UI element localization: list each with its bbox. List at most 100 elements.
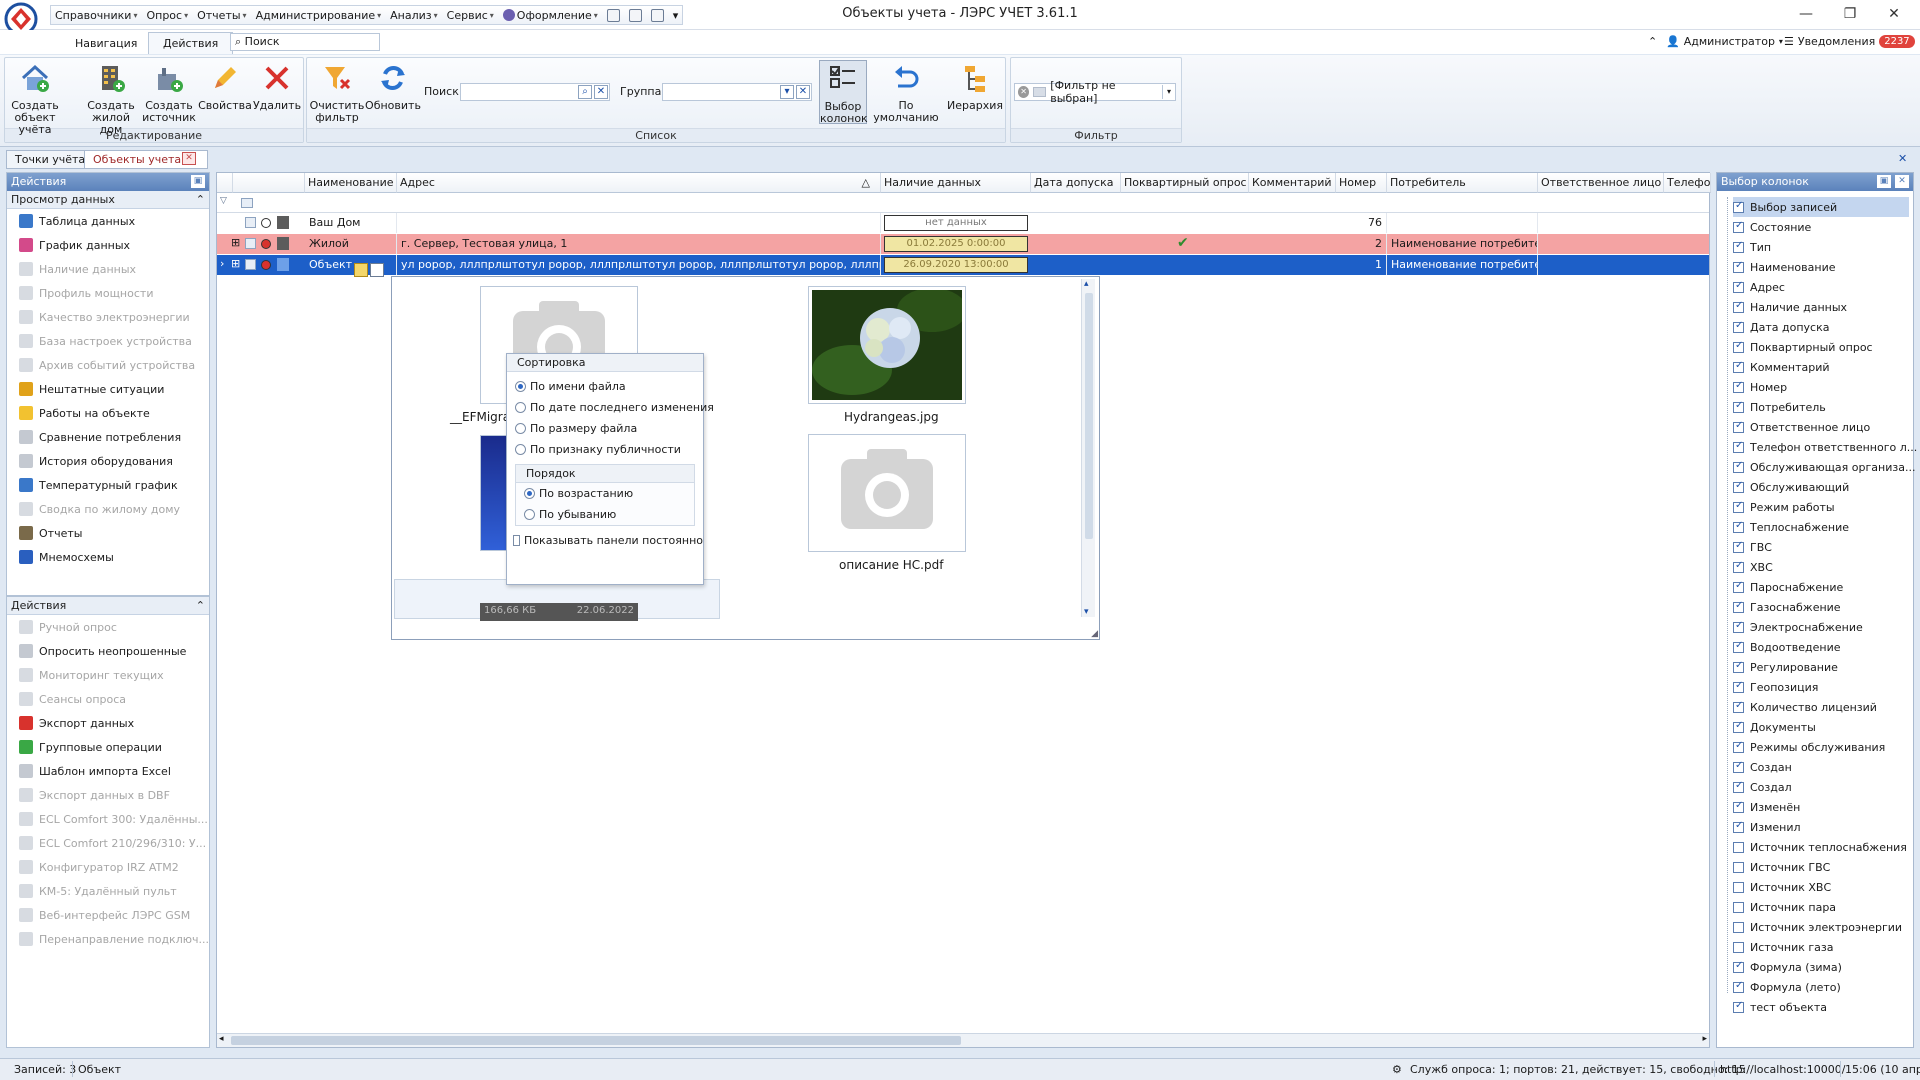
column-checkbox[interactable] <box>1733 760 1744 773</box>
column-checkbox[interactable] <box>1733 921 1744 933</box>
column-item[interactable]: Выбор записей <box>1733 197 1909 217</box>
column-checkbox[interactable] <box>1733 200 1744 213</box>
expand-icon[interactable]: ⊞ <box>231 236 240 249</box>
left-item-3[interactable]: Наличие данных <box>7 257 209 281</box>
radio-button[interactable] <box>524 488 535 499</box>
left-item-9[interactable]: ECL Comfort 300: Удалённы... <box>7 807 209 831</box>
column-checkbox[interactable] <box>1733 820 1744 833</box>
column-checkbox[interactable] <box>1733 460 1744 473</box>
left-item-7[interactable]: Архив событий устройства <box>7 353 209 377</box>
left-item-10[interactable]: ECL Comfort 210/296/310: У... <box>7 831 209 855</box>
column-item[interactable]: Формула (лето) <box>1733 977 1841 997</box>
radio-option[interactable]: По убыванию <box>516 504 694 525</box>
column-checkbox[interactable] <box>1733 300 1744 313</box>
column-item[interactable]: ХВС <box>1733 557 1773 577</box>
column-checkbox[interactable] <box>1733 220 1744 233</box>
left-item-11[interactable]: История оборудования <box>7 449 209 473</box>
column-checkbox[interactable] <box>1733 420 1744 433</box>
filter-row-icon[interactable]: ▽ <box>220 196 227 206</box>
column-item[interactable]: Создан <box>1733 757 1792 777</box>
column-checkbox[interactable] <box>1733 881 1744 893</box>
scroll-left-icon[interactable]: ◂ <box>219 1034 224 1044</box>
row-arrow-icon[interactable]: › <box>220 257 224 270</box>
radio-button[interactable] <box>515 444 526 455</box>
close-button[interactable]: ✕ <box>1874 2 1914 26</box>
radio-option[interactable]: По возрастанию <box>516 483 694 504</box>
column-checkbox[interactable] <box>1733 360 1744 373</box>
column-checkbox[interactable] <box>1733 960 1744 973</box>
col-data[interactable]: Наличие данных <box>881 173 1031 193</box>
column-item[interactable]: Газоснабжение <box>1733 597 1841 617</box>
table-row[interactable]: Ваш Дом 76 нет данных <box>217 213 1709 233</box>
column-item[interactable]: Формула (зима) <box>1733 957 1842 977</box>
horizontal-scrollbar[interactable]: ◂ ▸ <box>217 1033 1709 1047</box>
left-item-8[interactable]: Экспорт данных в DBF <box>7 783 209 807</box>
column-item[interactable]: Телефон ответственного л... <box>1733 437 1917 457</box>
left-item-8[interactable]: Нештатные ситуации <box>7 377 209 401</box>
left-item-14[interactable]: Перенаправление подключ... <box>7 927 209 951</box>
left-item-12[interactable]: Температурный график <box>7 473 209 497</box>
column-item[interactable]: ГВС <box>1733 537 1772 557</box>
column-checkbox[interactable] <box>1733 400 1744 413</box>
cell-name[interactable]: Жилой <box>305 234 397 254</box>
filter-clear-icon[interactable]: ✕ <box>1018 86 1030 98</box>
select-checkbox[interactable] <box>245 217 256 228</box>
cell-name[interactable]: Ваш Дом <box>305 213 397 233</box>
radio-option[interactable]: По размеру файла <box>507 418 703 439</box>
column-checkbox[interactable] <box>1733 800 1744 813</box>
select-checkbox[interactable] <box>245 238 256 249</box>
left-item-5[interactable]: Качество электроэнергии <box>7 305 209 329</box>
col-address[interactable]: Адрес △ <box>397 173 881 193</box>
column-item[interactable]: Дата допуска <box>1733 317 1829 337</box>
column-checkbox[interactable] <box>1733 841 1744 853</box>
tab-actions[interactable]: Действия <box>148 32 234 54</box>
close-tab-icon[interactable]: ✕ <box>182 152 196 165</box>
column-item[interactable]: Документы <box>1733 717 1816 737</box>
radio-option[interactable]: По дате последнего изменения <box>507 397 714 418</box>
cell-number[interactable]: 2 <box>1336 234 1387 254</box>
server-url[interactable]: http://localhost:10000/ <box>1720 1063 1845 1076</box>
filter-cell-icon[interactable] <box>241 198 253 208</box>
documents-cell-icon[interactable] <box>370 263 384 277</box>
column-item[interactable]: Источник теплоснабжения <box>1733 837 1907 857</box>
file-thumb-pdf[interactable] <box>808 434 966 552</box>
column-checkbox[interactable] <box>1733 600 1744 613</box>
collapse-ribbon-icon[interactable]: ⌃ <box>1648 35 1657 48</box>
restore-button[interactable]: ❐ <box>1830 2 1870 26</box>
column-item[interactable]: Электроснабжение <box>1733 617 1863 637</box>
column-checkbox[interactable] <box>1733 580 1744 593</box>
create-house-button[interactable]: Создать жилой дом <box>82 60 140 136</box>
left-item-13[interactable]: Сводка по жилому дому <box>7 497 209 521</box>
group-dropdown-icon[interactable]: ▾ <box>780 85 794 99</box>
search-clear-icon[interactable]: ✕ <box>594 85 608 99</box>
scroll-right-icon[interactable]: ▸ <box>1702 1034 1707 1044</box>
tab-navigation[interactable]: Навигация <box>60 32 152 54</box>
col-phone[interactable]: Телефон отв <box>1664 173 1711 193</box>
select-checkbox[interactable] <box>245 259 256 270</box>
column-checkbox[interactable] <box>1733 861 1744 873</box>
scroll-thumb[interactable] <box>1085 293 1093 539</box>
column-item[interactable]: Режимы обслуживания <box>1733 737 1885 757</box>
view-section-header[interactable]: Просмотр данных ⌃ <box>7 191 209 209</box>
column-checkbox[interactable] <box>1733 740 1744 753</box>
radio-option[interactable]: По признаку публичности <box>507 439 703 460</box>
left-item-12[interactable]: КМ-5: Удалённый пульт <box>7 879 209 903</box>
column-checkbox[interactable] <box>1733 980 1744 993</box>
column-item[interactable]: Источник электроэнергии <box>1733 917 1902 937</box>
notifications-button[interactable]: ☰ Уведомления 2237 <box>1784 35 1915 48</box>
always-show-option[interactable]: Показывать панели постоянно <box>507 530 703 551</box>
left-item-6[interactable]: База настроек устройства <box>7 329 209 353</box>
pin-icon[interactable]: ▣ <box>191 175 205 188</box>
column-checkbox[interactable] <box>1733 340 1744 353</box>
column-item[interactable]: Изменён <box>1733 797 1800 817</box>
column-item[interactable]: Создал <box>1733 777 1792 797</box>
left-item-10[interactable]: Сравнение потребления <box>7 425 209 449</box>
delete-button[interactable]: Удалить <box>248 60 306 124</box>
column-checkbox[interactable] <box>1733 380 1744 393</box>
column-checkbox[interactable] <box>1733 700 1744 713</box>
column-item[interactable]: Источник ГВС <box>1733 857 1830 877</box>
properties-button[interactable]: Свойства <box>196 60 254 124</box>
column-item[interactable]: Наличие данных <box>1733 297 1847 317</box>
left-item-11[interactable]: Конфигуратор IRZ ATM2 <box>7 855 209 879</box>
cell-consumer[interactable]: Наименование потребителя <box>1387 255 1538 275</box>
